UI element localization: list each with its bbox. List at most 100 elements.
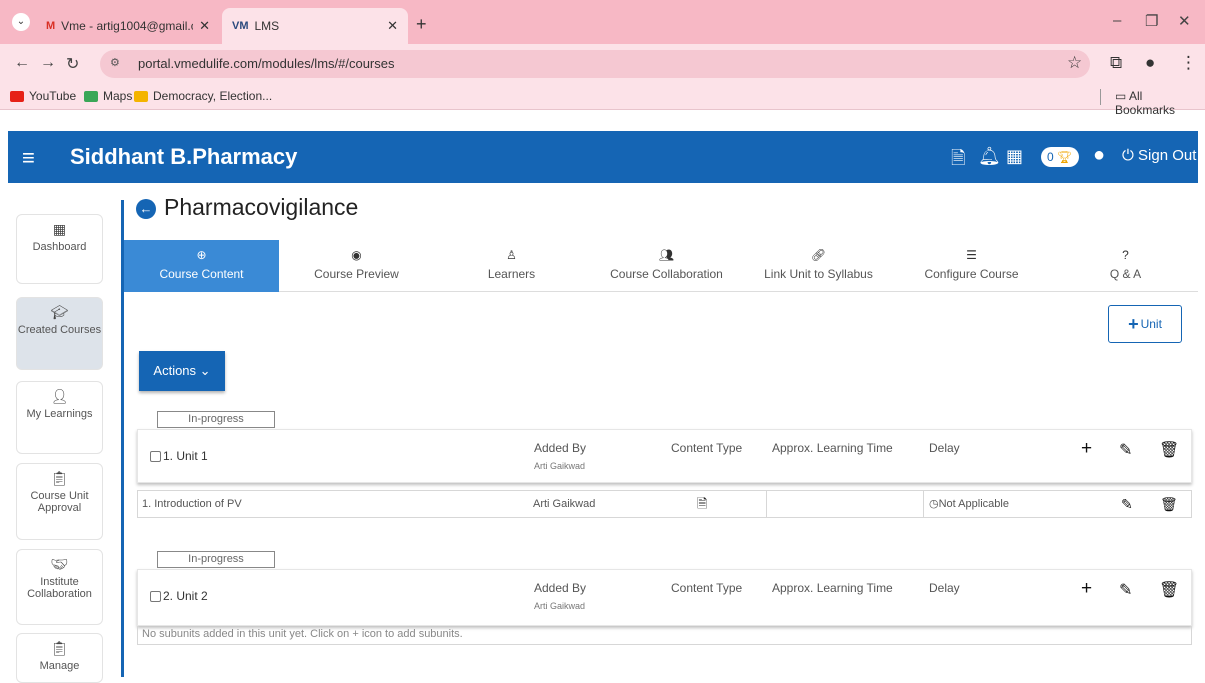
browser-tab-gmail[interactable]: M Vme - artig1004@gmail.com - ✕ xyxy=(36,8,220,44)
actions-dropdown-button[interactable]: Actions ⌄ xyxy=(139,351,225,391)
add-subunit-icon[interactable]: + xyxy=(1081,578,1092,600)
sign-out-button[interactable]: ⏻ Sign Out xyxy=(1122,147,1196,164)
sidebar-item-label: Dashboard xyxy=(32,241,87,253)
hamburger-menu-icon[interactable]: ≡ xyxy=(22,145,35,171)
learning-time-header: Approx. Learning Time xyxy=(772,441,893,455)
user-circle-icon[interactable]: ● xyxy=(1093,144,1105,167)
trash-icon[interactable]: 🗑︎ xyxy=(1160,491,1178,517)
power-icon: ⏻ xyxy=(1122,147,1134,164)
tab-label: Learners xyxy=(487,267,536,281)
all-bookmarks-button[interactable]: ▭ All Bookmarks xyxy=(1115,89,1205,117)
unit-checkbox[interactable] xyxy=(150,591,161,602)
tab-course-preview[interactable]: ◉ Course Preview xyxy=(279,240,434,292)
close-window-icon[interactable]: ✕ xyxy=(1178,12,1191,30)
tab-q-and-a[interactable]: ? Q & A xyxy=(1048,240,1203,292)
sidebar-item-created-courses[interactable]: 🎓︎ Created Courses xyxy=(16,297,103,370)
close-tab-icon[interactable]: ✕ xyxy=(199,18,210,34)
subunit-name[interactable]: 1. Introduction of PV xyxy=(142,491,242,517)
bookmark-democracy[interactable]: Democracy, Election... xyxy=(134,89,272,103)
site-settings-icon[interactable]: ⚙ xyxy=(110,56,128,72)
profile-avatar-icon[interactable]: ● xyxy=(1145,53,1155,73)
tab-search-dropdown-icon[interactable]: ⌄ xyxy=(12,13,30,31)
question-icon: ? xyxy=(1122,248,1129,262)
users-icon: 👥︎ xyxy=(658,248,675,262)
bookmark-youtube[interactable]: YouTube xyxy=(10,89,76,103)
document-icon[interactable]: 🗎 xyxy=(951,146,965,176)
folder-icon: ▭ xyxy=(1115,89,1127,103)
new-tab-button[interactable]: + xyxy=(416,14,427,35)
address-bar-row: ← → ↻ portal.vmedulife.com/modules/lms/#… xyxy=(0,44,1205,84)
subunit-delay: ◷Not Applicable xyxy=(929,491,1009,517)
back-circle-icon[interactable]: ← xyxy=(136,199,156,219)
add-subunit-icon[interactable]: + xyxy=(1081,438,1092,460)
drive-icon xyxy=(134,90,148,102)
actions-label: Actions xyxy=(153,363,197,378)
youtube-icon xyxy=(10,90,24,102)
browser-menu-icon[interactable]: ⋮ xyxy=(1180,53,1197,73)
sidebar-item-my-learnings[interactable]: 👤︎ My Learnings xyxy=(16,381,103,454)
trophy-icon: 🏆︎ xyxy=(1056,150,1072,164)
clipboard-icon: 📋︎ xyxy=(50,640,69,656)
handshake-icon: 🤝︎ xyxy=(50,556,69,572)
tab-course-content[interactable]: ⊕ Course Content xyxy=(124,240,279,292)
url-field[interactable]: portal.vmedulife.com/modules/lms/#/cours… xyxy=(100,50,1090,78)
minimize-icon[interactable]: – xyxy=(1113,12,1121,29)
page-title: ← Pharmacovigilance xyxy=(136,194,358,221)
browser-tab-bar: ⌄ M Vme - artig1004@gmail.com - ✕ VM LMS… xyxy=(0,0,1205,44)
sidebar-item-label: Manage xyxy=(39,660,80,672)
forward-arrow-icon[interactable]: → xyxy=(40,54,56,72)
tab-link-unit-to-syllabus[interactable]: 🔗︎ Link Unit to Syllabus xyxy=(741,240,896,292)
gmail-icon: M xyxy=(46,20,56,32)
plus-icon: + xyxy=(1128,314,1139,334)
file-icon: 🗎 xyxy=(697,496,708,511)
trash-icon[interactable]: 🗑︎ xyxy=(1159,580,1179,600)
delay-header: Delay xyxy=(929,581,960,595)
bookmark-maps[interactable]: Maps xyxy=(84,89,132,103)
subunit-row: 1. Introduction of PV Arti Gaikwad 🗎 ◷No… xyxy=(137,490,1192,518)
added-by-header: Added By xyxy=(534,441,587,455)
back-arrow-icon[interactable]: ← xyxy=(14,54,30,72)
graduation-cap-icon: 🎓︎ xyxy=(50,304,69,320)
sidebar-item-course-unit-approval[interactable]: 📋︎ Course Unit Approval xyxy=(16,463,103,540)
added-by-header: Added By xyxy=(534,581,587,595)
bookmark-star-icon[interactable]: ☆ xyxy=(1067,53,1082,73)
apps-grid-icon[interactable]: ▦ xyxy=(1006,146,1023,167)
sidebar-item-institute-collaboration[interactable]: 🤝︎ Institute Collaboration xyxy=(16,549,103,625)
status-badge: In-progress xyxy=(157,411,275,428)
unit-checkbox[interactable] xyxy=(150,451,161,462)
sidebar-item-manage[interactable]: 📋︎ Manage xyxy=(16,633,103,683)
course-title: Pharmacovigilance xyxy=(164,194,359,220)
trophy-badge[interactable]: 0 🏆︎ xyxy=(1041,147,1079,167)
empty-subunits-message: No subunits added in this unit yet. Clic… xyxy=(137,626,1192,645)
sign-out-label: Sign Out xyxy=(1138,147,1197,164)
trophy-count: 0 xyxy=(1047,150,1054,164)
cell-divider xyxy=(923,491,924,517)
added-by-value: Arti Gaikwad xyxy=(534,461,586,471)
tab-course-collaboration[interactable]: 👥︎ Course Collaboration xyxy=(589,240,744,292)
chevron-down-icon: ⌄ xyxy=(199,363,211,378)
sidebar-item-label: Institute Collaboration xyxy=(27,576,92,600)
subunit-added-by: Arti Gaikwad xyxy=(533,498,596,510)
edit-pencil-icon[interactable]: ✎ xyxy=(1121,491,1133,517)
bookmark-label: YouTube xyxy=(29,89,77,103)
bookmarks-bar: YouTube Maps Democracy, Election... ▭ Al… xyxy=(0,84,1205,117)
extensions-icon[interactable]: ⧉ xyxy=(1110,53,1122,73)
tab-learners[interactable]: ♙ Learners xyxy=(434,240,589,292)
sidebar-item-dashboard[interactable]: ▦ Dashboard xyxy=(16,214,103,284)
unit-row-2: 2. Unit 2 Added By Arti Gaikwad Content … xyxy=(137,569,1192,626)
edit-pencil-icon[interactable]: ✎ xyxy=(1119,440,1132,460)
add-unit-button[interactable]: + Unit xyxy=(1108,305,1182,343)
tab-label: Q & A xyxy=(1109,267,1142,281)
clipboard-check-icon: 📋︎ xyxy=(50,470,69,486)
bell-icon[interactable]: 🔔︎ xyxy=(978,146,1001,167)
tab-configure-course[interactable]: ☰ Configure Course xyxy=(894,240,1049,292)
close-tab-icon[interactable]: ✕ xyxy=(387,18,398,34)
unit-name: 2. Unit 2 xyxy=(163,589,208,603)
trash-icon[interactable]: 🗑︎ xyxy=(1159,440,1179,460)
tab-label: Configure Course xyxy=(924,267,1019,281)
maps-icon xyxy=(84,90,98,102)
reload-icon[interactable]: ↻ xyxy=(66,54,79,74)
edit-pencil-icon[interactable]: ✎ xyxy=(1119,580,1132,600)
restore-icon[interactable]: ❐ xyxy=(1145,12,1158,30)
browser-tab-lms[interactable]: VM LMS ✕ xyxy=(222,8,408,44)
